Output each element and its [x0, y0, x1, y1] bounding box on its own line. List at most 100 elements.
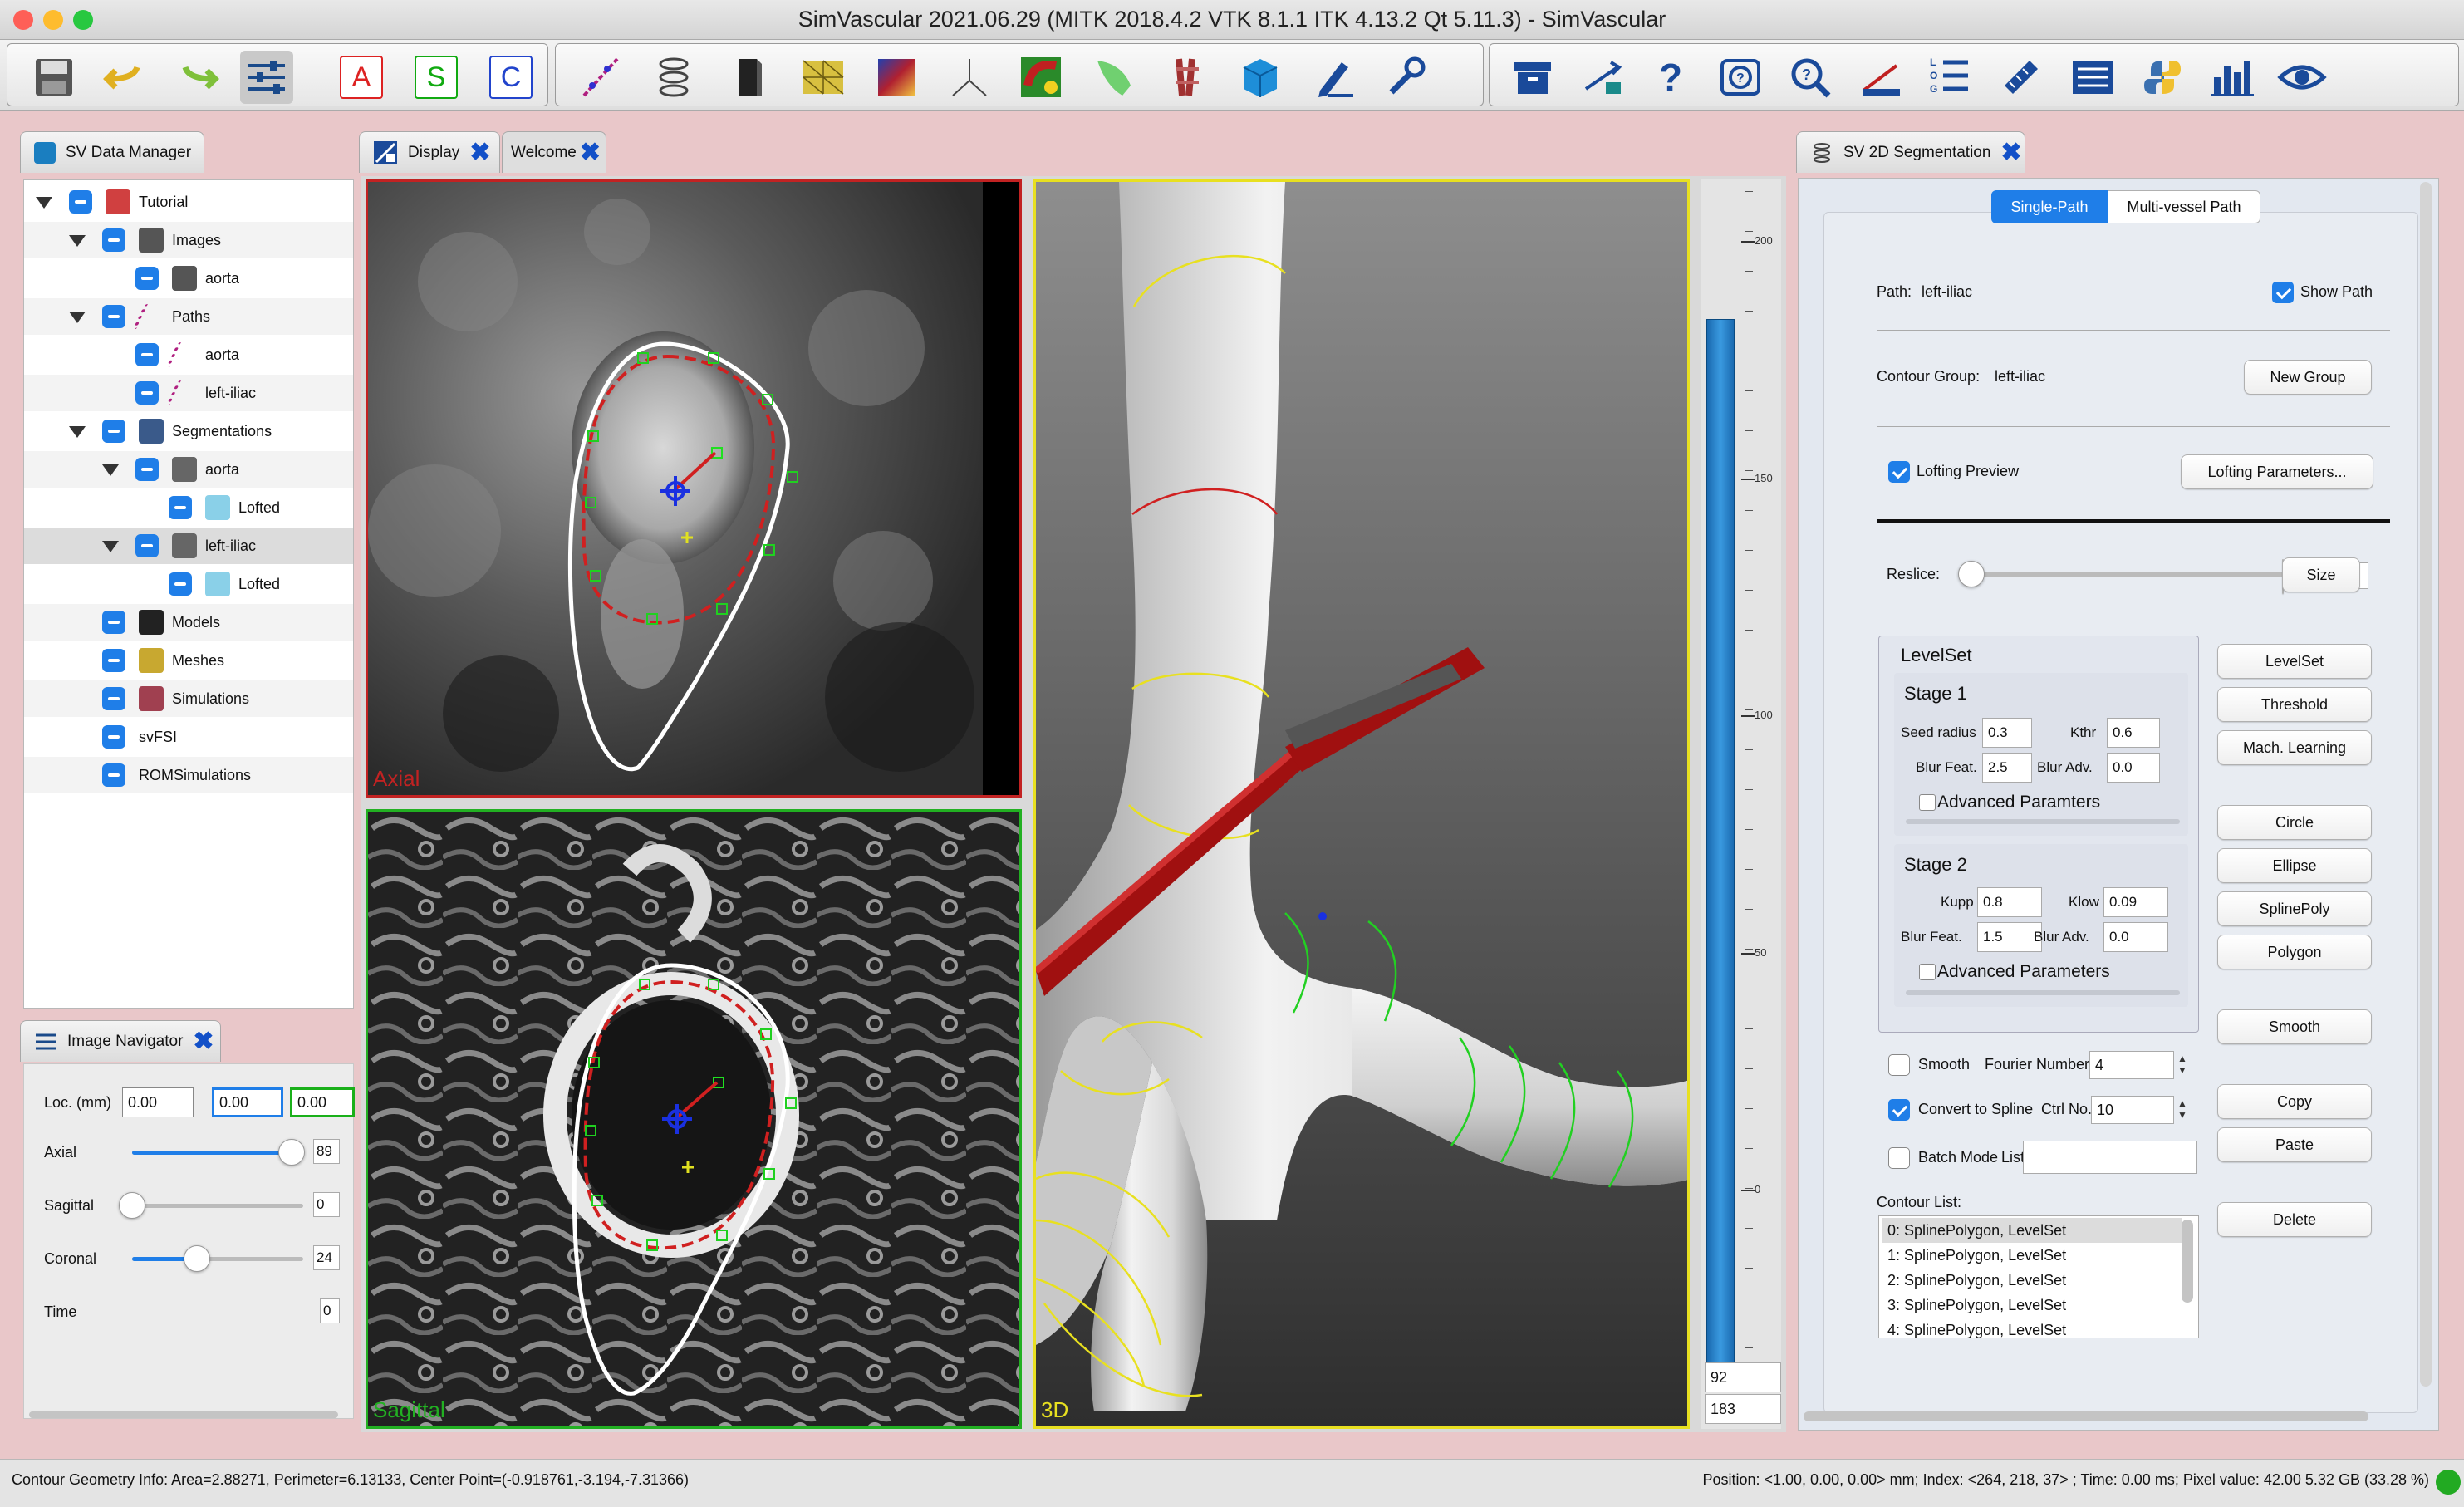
model-icon[interactable] [722, 51, 775, 104]
visibility-checkbox[interactable] [102, 611, 125, 634]
visibility-checkbox[interactable] [169, 496, 192, 519]
tree-item[interactable]: Segmentations [24, 413, 353, 449]
s-icon[interactable]: S [415, 56, 458, 99]
copy-button[interactable]: Copy [2217, 1084, 2372, 1119]
sagittal-view[interactable]: Sagittal [366, 809, 1022, 1429]
blur-adv-input-1[interactable]: 0.0 [2107, 753, 2160, 783]
convert-to-spline-checkbox[interactable] [1888, 1099, 1910, 1121]
save-icon[interactable] [27, 51, 81, 104]
visibility-checkbox[interactable] [102, 649, 125, 672]
tree-item[interactable]: Lofted [24, 566, 353, 602]
close-image-navigator-icon[interactable]: ✖ [193, 1028, 214, 1054]
expand-arrow-icon[interactable] [102, 541, 119, 552]
archive-icon[interactable] [1506, 51, 1559, 104]
tab-multi-vessel-path[interactable]: Multi-vessel Path [2108, 190, 2260, 223]
tree-item[interactable]: ROMSimulations [24, 757, 353, 793]
rom-icon[interactable] [1014, 51, 1068, 104]
search-help-icon[interactable]: ? [1784, 51, 1837, 104]
expand-arrow-icon[interactable] [102, 464, 119, 476]
loc-x-input[interactable]: 0.00 [122, 1087, 194, 1117]
undo-icon[interactable] [99, 51, 152, 104]
time-value[interactable]: 0 [320, 1298, 340, 1323]
expand-arrow-icon[interactable] [36, 197, 52, 209]
expand-arrow-icon[interactable] [69, 235, 86, 247]
eye-icon[interactable] [2275, 51, 2329, 104]
fourier-number-input[interactable]: 4 [2089, 1051, 2174, 1079]
paste-button[interactable]: Paste [2217, 1127, 2372, 1162]
lofting-preview-checkbox[interactable] [1888, 461, 1910, 483]
axial-value[interactable]: 89 [313, 1139, 340, 1164]
tree-item[interactable]: left-iliac [24, 375, 353, 411]
path-icon[interactable] [574, 51, 627, 104]
log-icon[interactable]: LOG [1923, 51, 1976, 104]
wrench-icon[interactable] [1378, 51, 1431, 104]
sagittal-value[interactable]: 0 [313, 1192, 340, 1217]
level-window-bar[interactable] [1706, 319, 1735, 1367]
ctrl-spinner-icon[interactable]: ▲ ▼ [2177, 1097, 2189, 1122]
segmentation-v-scrollbar[interactable] [2420, 182, 2432, 1387]
tree-item[interactable]: aorta [24, 260, 353, 297]
contour-list-item[interactable]: 3: SplinePolygon, LevelSet [1882, 1293, 2182, 1318]
loc-y-input[interactable]: 0.00 [212, 1087, 283, 1117]
tab-image-navigator[interactable]: Image Navigator ✖ [20, 1020, 221, 1062]
tab-segmentation[interactable]: SV 2D Segmentation ✖ [1796, 131, 2025, 173]
redo-icon[interactable] [170, 51, 223, 104]
tree-item[interactable]: Lofted [24, 489, 353, 526]
python-icon[interactable] [2136, 51, 2189, 104]
help-icon[interactable]: ? [1644, 51, 1697, 104]
ruler-icon[interactable] [1995, 51, 2048, 104]
help-box-icon[interactable]: ? [1714, 51, 1767, 104]
tab-data-manager[interactable]: SV Data Manager [20, 131, 204, 173]
smooth-button[interactable]: Smooth [2217, 1009, 2372, 1044]
loc-z-input[interactable]: 0.00 [290, 1087, 355, 1117]
cube-icon[interactable] [1234, 51, 1287, 104]
ellipse-button[interactable]: Ellipse [2217, 848, 2372, 883]
kthr-input[interactable]: 0.6 [2107, 718, 2160, 748]
seed-radius-input[interactable]: 0.3 [1982, 718, 2032, 748]
visibility-checkbox[interactable] [102, 228, 125, 252]
chart-icon[interactable] [2206, 51, 2259, 104]
c-icon[interactable]: C [489, 56, 533, 99]
delete-button[interactable]: Delete [2217, 1202, 2372, 1237]
smooth-checkbox[interactable] [1888, 1054, 1910, 1076]
advanced-params-checkbox-2[interactable] [1919, 964, 1936, 980]
axial-slider-knob[interactable] [277, 1139, 305, 1166]
splinepoly-button[interactable]: SplinePoly [2217, 891, 2372, 926]
tree-item[interactable]: Tutorial [24, 184, 353, 220]
mesh-icon[interactable] [797, 51, 850, 104]
blur-feat-input-1[interactable]: 2.5 [1982, 753, 2032, 783]
tool2-icon[interactable] [1161, 51, 1214, 104]
visibility-checkbox[interactable] [169, 572, 192, 596]
visibility-checkbox[interactable] [102, 305, 125, 328]
tree-item[interactable]: aorta [24, 336, 353, 373]
tree-item[interactable]: left-iliac [24, 528, 353, 564]
tab-welcome[interactable]: Welcome ✖ [502, 131, 606, 173]
view-3d[interactable]: 3D [1033, 179, 1690, 1429]
navigator-scrollbar[interactable] [29, 1411, 338, 1418]
tree-item[interactable]: Models [24, 604, 353, 641]
lofting-parameters-button[interactable]: Lofting Parameters... [2181, 454, 2373, 489]
new-group-button[interactable]: New Group [2244, 360, 2372, 395]
close-display-icon[interactable]: ✖ [469, 140, 490, 165]
tree-item[interactable]: Simulations [24, 680, 353, 717]
tree-item[interactable]: aorta [24, 451, 353, 488]
list-icon[interactable] [2066, 51, 2119, 104]
show-path-checkbox[interactable] [2272, 282, 2294, 303]
klow-input[interactable]: 0.09 [2103, 887, 2168, 917]
batch-mode-checkbox[interactable] [1888, 1147, 1910, 1169]
stage1-scrollbar[interactable] [1906, 819, 2180, 824]
threshold-button[interactable]: Threshold [2217, 687, 2372, 722]
visibility-checkbox[interactable] [102, 725, 125, 749]
tree-item[interactable]: svFSI [24, 719, 353, 755]
tool-icon[interactable] [1087, 51, 1141, 104]
visibility-checkbox[interactable] [69, 190, 92, 214]
machine-learning-button[interactable]: Mach. Learning [2217, 730, 2372, 765]
coronal-slider-knob[interactable] [184, 1245, 211, 1272]
visibility-checkbox[interactable] [102, 687, 125, 710]
expand-arrow-icon[interactable] [69, 312, 86, 323]
close-segmentation-icon[interactable]: ✖ [2000, 140, 2021, 165]
visibility-checkbox[interactable] [102, 763, 125, 787]
close-welcome-icon[interactable]: ✖ [580, 140, 601, 165]
batch-list-input[interactable] [2023, 1141, 2197, 1174]
stage2-scrollbar[interactable] [1906, 990, 2180, 995]
